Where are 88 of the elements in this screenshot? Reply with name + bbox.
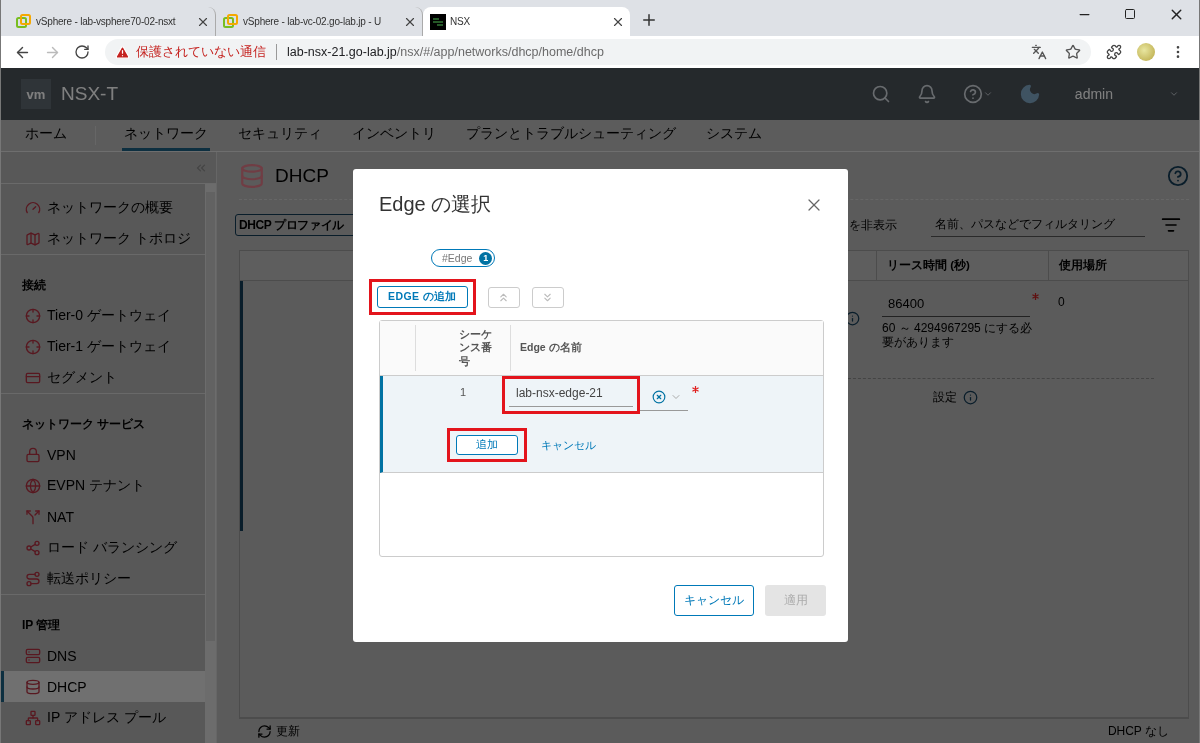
sequence-number: 1 bbox=[459, 385, 468, 400]
column-header: 使用場所 bbox=[1048, 251, 1188, 280]
crosshair-icon bbox=[25, 307, 41, 324]
column-header: Edge の名前 bbox=[510, 325, 823, 371]
nav-tab[interactable]: ホーム bbox=[23, 120, 69, 151]
caret-icon[interactable] bbox=[982, 89, 993, 99]
move-down-button[interactable] bbox=[531, 286, 564, 308]
settings-label: 設定 bbox=[933, 388, 957, 406]
sidebar-item[interactable]: 転送ポリシー bbox=[1, 563, 205, 594]
dhcp-icon bbox=[239, 162, 265, 189]
gauge-icon bbox=[25, 199, 41, 216]
count-badge: 1 bbox=[479, 251, 493, 265]
profile-avatar[interactable] bbox=[1137, 43, 1155, 61]
nav-tab[interactable]: システム bbox=[704, 120, 764, 151]
sidebar-item[interactable]: VPN bbox=[1, 439, 205, 470]
nsx-favicon-icon bbox=[430, 13, 446, 30]
browser-tab[interactable]: NSX bbox=[423, 7, 630, 36]
sidebar-item[interactable]: EVPN テナント bbox=[1, 470, 205, 501]
sidebar-item[interactable]: ロード バランシング bbox=[1, 532, 205, 563]
cancel-button[interactable]: キャンセル bbox=[674, 585, 754, 616]
dialog-title: Edge の選択 bbox=[379, 192, 492, 217]
edge-row[interactable]: 1 lab-nsx-edge-21 追加 キャンセル bbox=[380, 376, 823, 473]
vsphere-favicon-icon bbox=[223, 13, 239, 30]
edge-name-field[interactable]: lab-nsx-edge-21 bbox=[509, 379, 633, 407]
info-icon[interactable] bbox=[845, 311, 860, 326]
sidebar-item[interactable]: ネットワークの概要 bbox=[1, 192, 205, 223]
sidebar-item[interactable]: NAT bbox=[1, 501, 205, 532]
database-icon bbox=[25, 678, 41, 695]
split-arrow-icon bbox=[25, 508, 41, 525]
extensions-icon[interactable] bbox=[1106, 44, 1122, 60]
reload-icon[interactable] bbox=[74, 44, 90, 60]
url-text: lab-nsx-21.go-lab.jp/nsx/#/app/networks/dhcp/home/dhcp bbox=[287, 45, 604, 59]
sidebar-heading: 接続 bbox=[21, 276, 47, 294]
user-menu[interactable]: admin bbox=[1074, 86, 1113, 102]
move-up-button[interactable] bbox=[487, 286, 520, 308]
new-tab-icon[interactable] bbox=[640, 11, 658, 29]
filter-field[interactable]: 名前、パスなどでフィルタリング bbox=[931, 213, 1145, 237]
sidebar-item[interactable]: セグメント bbox=[1, 362, 205, 393]
map-icon bbox=[25, 230, 41, 247]
filter-icon[interactable] bbox=[1161, 215, 1181, 235]
vsphere-favicon-icon bbox=[16, 13, 32, 30]
nav-tab[interactable]: セキュリティ bbox=[236, 120, 324, 151]
sidebar-heading: ネットワーク サービス bbox=[21, 415, 147, 433]
nav-tab[interactable]: インベントリ bbox=[350, 120, 438, 151]
lease-time-field[interactable]: 86400 bbox=[882, 291, 1030, 317]
warning-icon bbox=[115, 44, 130, 60]
cancel-link[interactable]: キャンセル bbox=[541, 437, 596, 453]
page-title: DHCP bbox=[275, 164, 329, 187]
nav-tab[interactable]: プランとトラブルシューティング bbox=[464, 120, 678, 151]
validation-hint: 60 ～ 4294967295 にする必要があります bbox=[882, 322, 1034, 350]
sidebar-item[interactable]: Tier-0 ゲートウェイ bbox=[1, 300, 205, 331]
maximize-icon[interactable] bbox=[1124, 8, 1136, 20]
product-name: NSX-T bbox=[61, 83, 118, 105]
refresh-icon[interactable] bbox=[257, 723, 272, 739]
lock-icon bbox=[25, 446, 41, 463]
sidebar-heading: IP 管理 bbox=[21, 616, 62, 634]
caret-icon[interactable] bbox=[1169, 89, 1179, 99]
crosshair-icon bbox=[25, 338, 41, 355]
sidebar-item[interactable]: DNS bbox=[1, 640, 205, 671]
add-edge-button[interactable]: EDGE の追加 bbox=[377, 286, 468, 308]
server-icon bbox=[25, 647, 41, 664]
sidebar-item[interactable]: IP アドレス プール bbox=[1, 702, 205, 733]
moon-icon[interactable] bbox=[1018, 83, 1041, 105]
translate-icon[interactable] bbox=[1031, 44, 1047, 60]
search-icon[interactable] bbox=[870, 84, 891, 104]
bell-icon[interactable] bbox=[916, 84, 937, 104]
refresh-link[interactable]: 更新 bbox=[276, 722, 300, 740]
globe-icon bbox=[25, 477, 41, 494]
usage-count: 0 bbox=[1057, 294, 1066, 311]
scrollbar[interactable] bbox=[205, 184, 216, 743]
vm-logo: vm bbox=[21, 79, 51, 109]
route-icon bbox=[25, 570, 41, 587]
tag-label: #Edge bbox=[442, 252, 473, 264]
share-nodes-icon bbox=[25, 539, 41, 556]
column-header: リース時間 (秒) bbox=[876, 251, 1048, 280]
address-bar[interactable]: 保護されていない通信 lab-nsx-21.go-lab.jp/nsx/#/app/networks/dhcp/home/dhcp bbox=[105, 39, 1091, 65]
help-icon[interactable] bbox=[1167, 164, 1189, 187]
security-warning: 保護されていない通信 bbox=[136, 43, 266, 61]
clear-icon[interactable] bbox=[652, 389, 666, 404]
hide-all-link[interactable]: を非表示 bbox=[849, 216, 897, 234]
star-icon[interactable] bbox=[1065, 44, 1081, 60]
footer-text: DHCP なし bbox=[1107, 722, 1169, 740]
sidebar-item[interactable]: Tier-1 ゲートウェイ bbox=[1, 331, 205, 362]
add-button[interactable]: 追加 bbox=[456, 435, 518, 455]
network-icon bbox=[25, 709, 41, 726]
column-header: シーケンス番号 bbox=[415, 325, 510, 371]
sidebar-item[interactable]: ネットワーク トポロジ bbox=[1, 223, 205, 254]
sidebar-item[interactable]: DHCP bbox=[1, 671, 205, 702]
